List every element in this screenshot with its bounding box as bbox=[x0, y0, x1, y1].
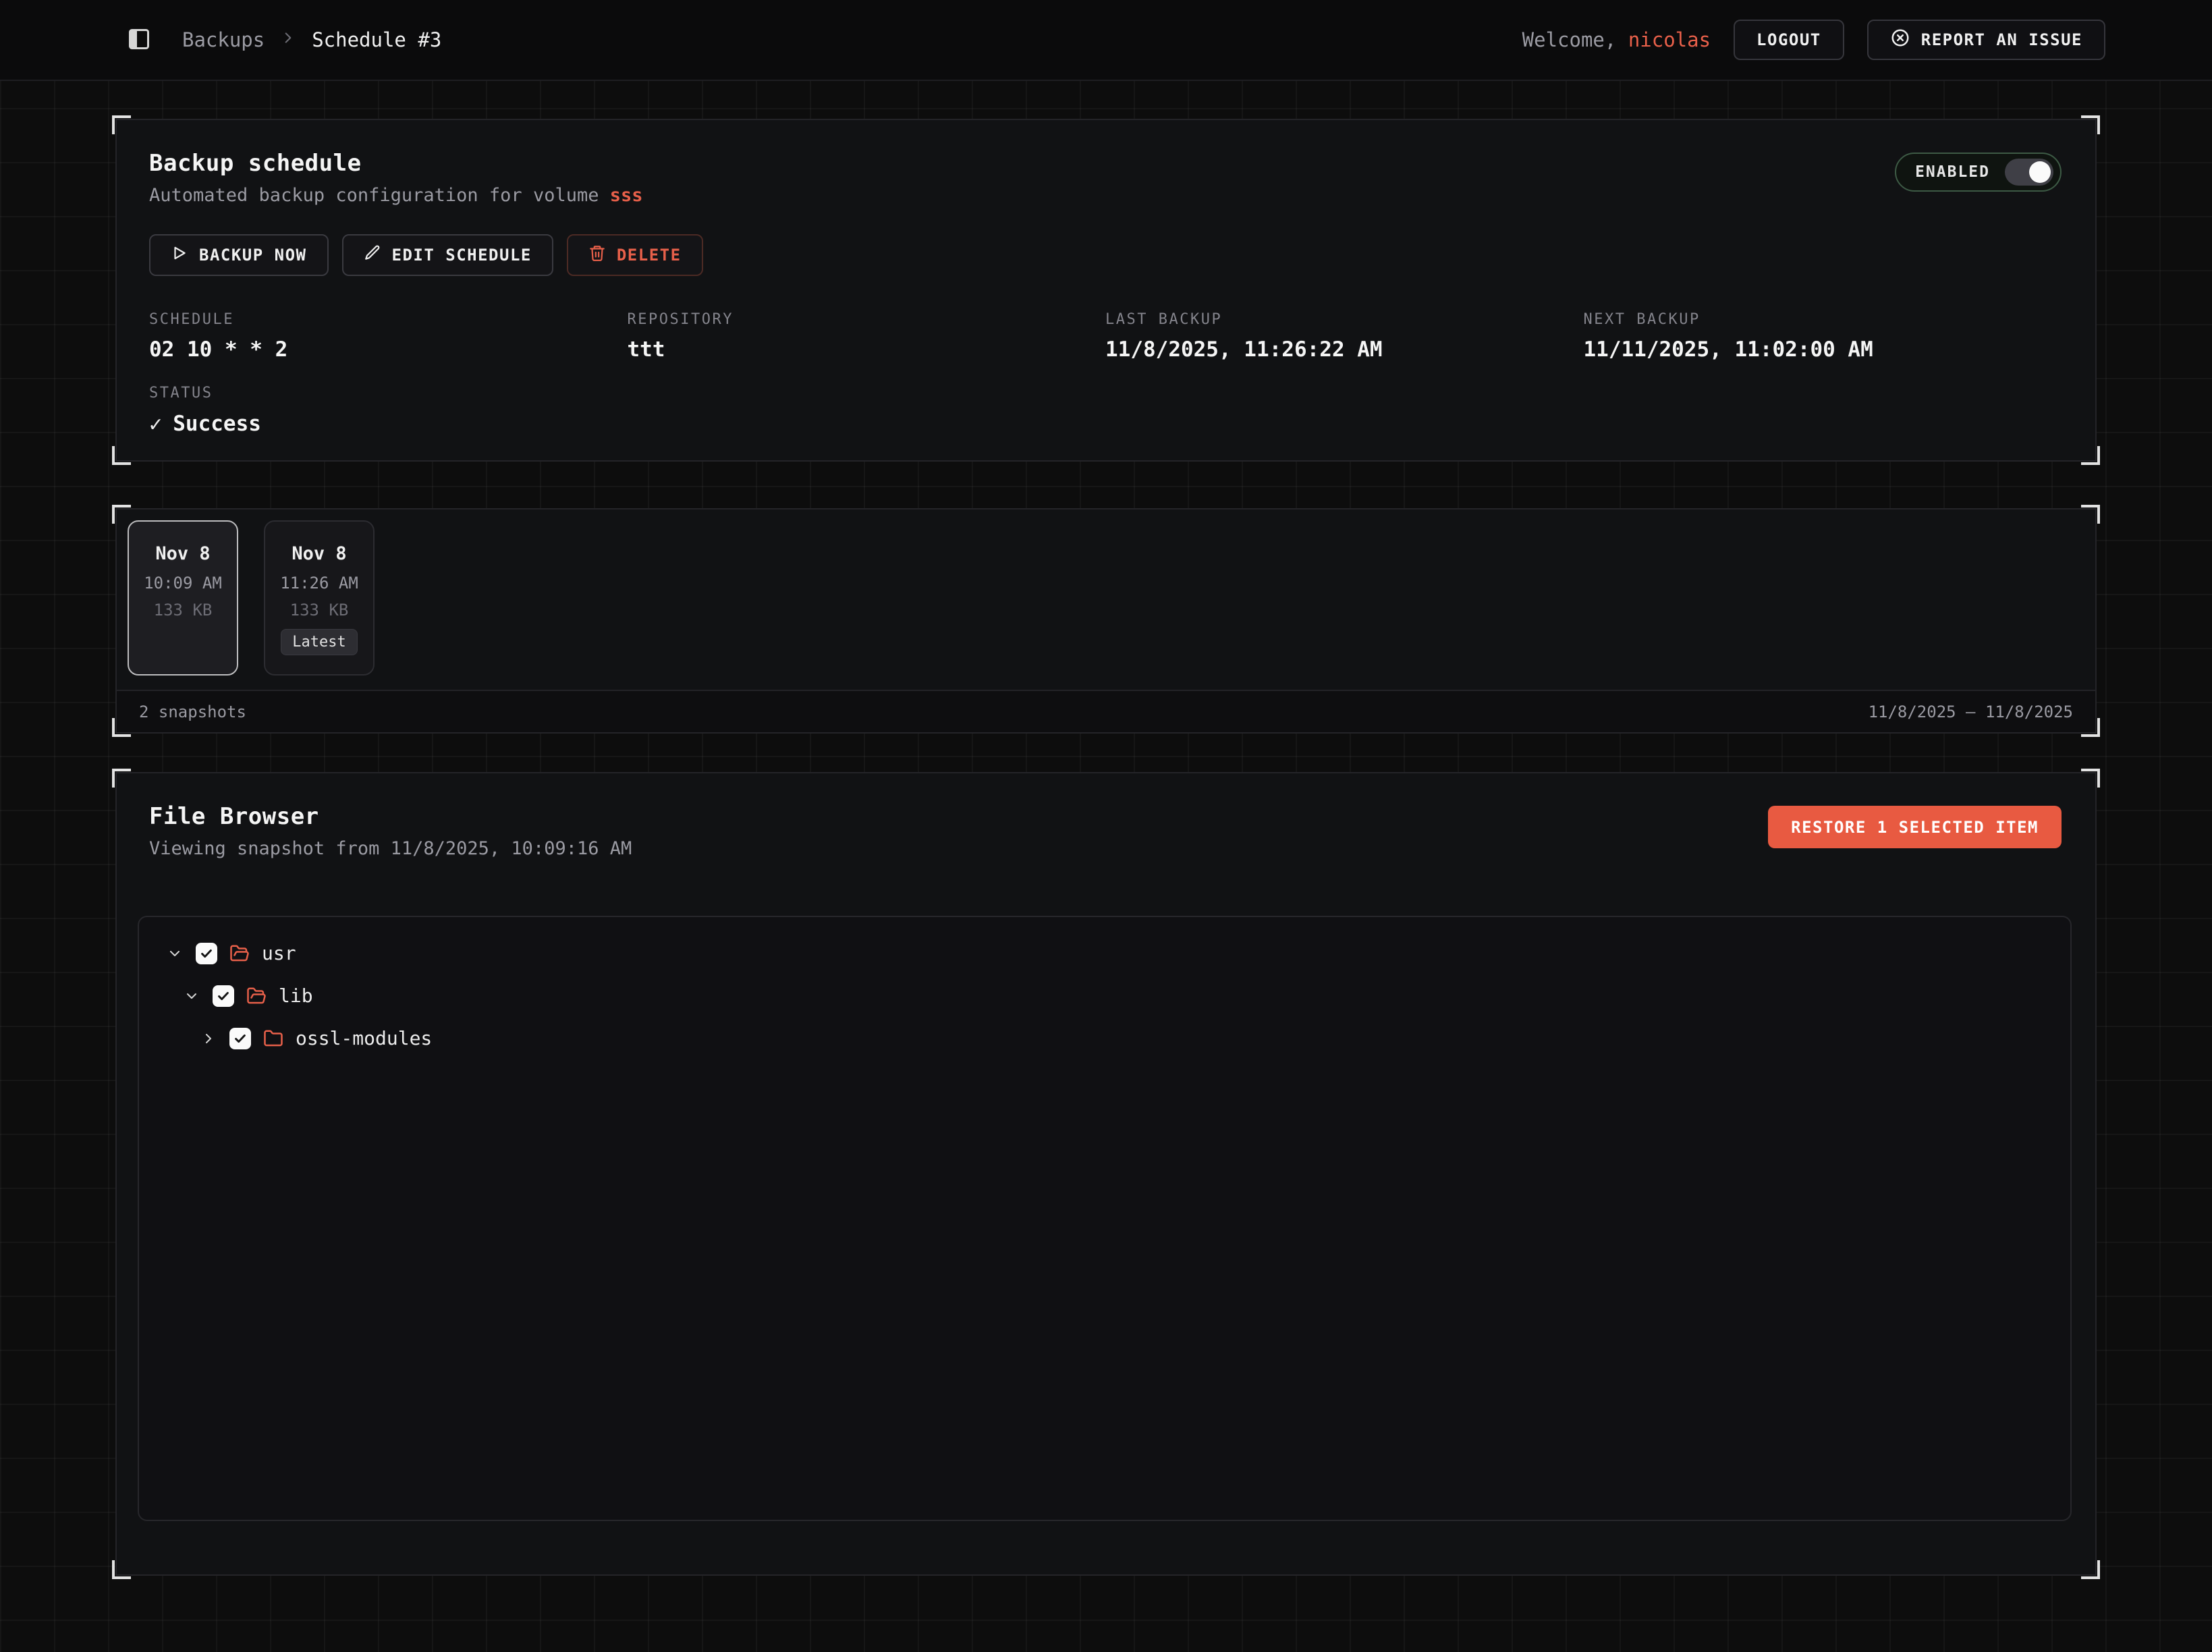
schedule-card-heading: Backup schedule Automated backup configu… bbox=[149, 150, 643, 206]
enabled-pill[interactable]: ENABLED bbox=[1895, 153, 2062, 192]
schedule-actions: BACKUP NOW EDIT SCHEDULE DELETE bbox=[149, 234, 2062, 276]
detail-value: 11/11/2025, 11:02:00 AM bbox=[1584, 337, 2062, 362]
trash-icon bbox=[588, 244, 606, 266]
detail-last-backup: LAST BACKUP 11/8/2025, 11:26:22 AM bbox=[1105, 311, 1584, 362]
snapshot-time: 10:09 AM bbox=[144, 574, 222, 593]
edit-schedule-button[interactable]: EDIT SCHEDULE bbox=[342, 234, 553, 276]
corner-bracket bbox=[112, 1560, 131, 1579]
detail-repository: REPOSITORY ttt bbox=[628, 311, 1106, 362]
backup-now-button[interactable]: BACKUP NOW bbox=[149, 234, 329, 276]
volume-name: sss bbox=[610, 185, 643, 206]
corner-bracket bbox=[112, 718, 131, 737]
snapshot-date: Nov 8 bbox=[155, 543, 210, 564]
enabled-toggle[interactable] bbox=[2005, 159, 2053, 186]
top-bar: Backups Schedule #3 Welcome, nicolas LOG… bbox=[0, 0, 2212, 81]
detail-value: 11/8/2025, 11:26:22 AM bbox=[1105, 337, 1584, 362]
report-issue-label: REPORT AN ISSUE bbox=[1921, 30, 2082, 49]
snapshot-card[interactable]: Nov 8 11:26 AM 133 KB Latest bbox=[264, 520, 375, 676]
backup-now-label: BACKUP NOW bbox=[199, 246, 307, 265]
corner-bracket bbox=[2081, 505, 2100, 524]
status-block: STATUS ✓ Success bbox=[149, 385, 2062, 437]
check-icon: ✓ bbox=[149, 411, 162, 437]
corner-bracket bbox=[2081, 446, 2100, 465]
corner-bracket bbox=[2081, 115, 2100, 134]
snapshot-footer: 2 snapshots 11/8/2025 – 11/8/2025 bbox=[117, 690, 2095, 732]
welcome-prefix: Welcome, bbox=[1522, 28, 1617, 51]
file-browser-title: File Browser bbox=[149, 803, 632, 830]
welcome-text: Welcome, nicolas bbox=[1522, 28, 1711, 51]
checkbox-checked[interactable] bbox=[196, 943, 217, 964]
schedule-card-subtitle: Automated backup configuration for volum… bbox=[149, 185, 643, 206]
tree-row-ossl-modules[interactable]: ossl-modules bbox=[139, 1017, 2070, 1059]
breadcrumb-backups[interactable]: Backups bbox=[182, 28, 265, 51]
delete-button[interactable]: DELETE bbox=[567, 234, 703, 276]
corner-bracket bbox=[2081, 769, 2100, 788]
folder-open-icon bbox=[246, 986, 267, 1006]
subtitle-text: Automated backup configuration for volum… bbox=[149, 185, 599, 206]
tree-row-usr[interactable]: usr bbox=[139, 932, 2070, 974]
corner-bracket bbox=[112, 769, 131, 788]
detail-label: REPOSITORY bbox=[628, 311, 1106, 328]
chevron-down-icon[interactable] bbox=[165, 945, 185, 962]
snapshots-card: Nov 8 10:09 AM 133 KB Nov 8 11:26 AM 133… bbox=[115, 508, 2097, 734]
panel-left-icon bbox=[127, 27, 151, 53]
file-tree: usr lib ossl-modules bbox=[138, 916, 2072, 1521]
username: nicolas bbox=[1628, 28, 1711, 51]
chevron-right-icon[interactable] bbox=[198, 1030, 219, 1047]
edit-schedule-label: EDIT SCHEDULE bbox=[392, 246, 532, 265]
play-icon bbox=[171, 244, 188, 266]
report-issue-button[interactable]: REPORT AN ISSUE bbox=[1867, 20, 2105, 60]
pencil-icon bbox=[364, 244, 381, 266]
detail-value: 02 10 * * 2 bbox=[149, 337, 628, 362]
tree-item-label[interactable]: ossl-modules bbox=[296, 1027, 432, 1049]
snapshot-size: 133 KB bbox=[290, 601, 349, 620]
snapshot-size: 133 KB bbox=[154, 601, 213, 620]
snapshot-date-range: 11/8/2025 – 11/8/2025 bbox=[1869, 703, 2073, 721]
chevron-down-icon[interactable] bbox=[182, 988, 202, 1004]
detail-label: SCHEDULE bbox=[149, 311, 628, 328]
chevron-right-icon bbox=[279, 28, 297, 51]
detail-schedule: SCHEDULE 02 10 * * 2 bbox=[149, 311, 628, 362]
restore-button[interactable]: RESTORE 1 SELECTED ITEM bbox=[1768, 806, 2062, 848]
corner-bracket bbox=[2081, 1560, 2100, 1579]
enabled-label: ENABLED bbox=[1915, 163, 1990, 181]
checkbox-checked[interactable] bbox=[229, 1028, 251, 1049]
sidebar-toggle-button[interactable] bbox=[123, 23, 155, 57]
snapshot-strip: Nov 8 10:09 AM 133 KB Nov 8 11:26 AM 133… bbox=[117, 510, 2095, 676]
corner-bracket bbox=[2081, 718, 2100, 737]
breadcrumb: Backups Schedule #3 bbox=[182, 28, 441, 51]
corner-bracket bbox=[112, 505, 131, 524]
file-browser-card: File Browser Viewing snapshot from 11/8/… bbox=[115, 772, 2097, 1576]
snapshot-date: Nov 8 bbox=[292, 543, 346, 564]
tree-item-label[interactable]: lib bbox=[279, 985, 313, 1007]
folder-icon bbox=[263, 1028, 283, 1049]
checkbox-checked[interactable] bbox=[213, 985, 234, 1007]
breadcrumb-current: Schedule #3 bbox=[312, 28, 441, 51]
file-browser-subtitle: Viewing snapshot from 11/8/2025, 10:09:1… bbox=[149, 838, 632, 859]
snapshot-card-selected[interactable]: Nov 8 10:09 AM 133 KB bbox=[128, 520, 238, 676]
snapshot-time: 11:26 AM bbox=[280, 574, 358, 593]
detail-value: ttt bbox=[628, 337, 1106, 362]
snapshot-count: 2 snapshots bbox=[139, 703, 246, 721]
circle-x-icon bbox=[1890, 28, 1910, 52]
page-title: Backup schedule bbox=[149, 150, 643, 177]
status-label: STATUS bbox=[149, 385, 2062, 402]
header-right: Welcome, nicolas LOGOUT REPORT AN ISSUE bbox=[1522, 20, 2105, 60]
file-browser-heading: File Browser Viewing snapshot from 11/8/… bbox=[149, 803, 632, 859]
corner-bracket bbox=[112, 446, 131, 465]
tree-row-lib[interactable]: lib bbox=[139, 974, 2070, 1017]
logout-button[interactable]: LOGOUT bbox=[1734, 20, 1844, 60]
status-value: Success bbox=[173, 412, 261, 436]
folder-open-icon bbox=[229, 943, 250, 964]
latest-badge: Latest bbox=[281, 629, 357, 655]
tree-item-label[interactable]: usr bbox=[262, 942, 296, 964]
detail-next-backup: NEXT BACKUP 11/11/2025, 11:02:00 AM bbox=[1584, 311, 2062, 362]
detail-label: LAST BACKUP bbox=[1105, 311, 1584, 328]
delete-label: DELETE bbox=[617, 246, 682, 265]
backup-schedule-card: Backup schedule Automated backup configu… bbox=[115, 119, 2097, 462]
corner-bracket bbox=[112, 115, 131, 134]
schedule-details: SCHEDULE 02 10 * * 2 REPOSITORY ttt LAST… bbox=[149, 311, 2062, 362]
detail-label: NEXT BACKUP bbox=[1584, 311, 2062, 328]
toggle-knob bbox=[2029, 161, 2051, 183]
